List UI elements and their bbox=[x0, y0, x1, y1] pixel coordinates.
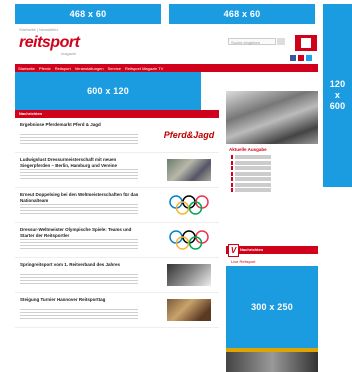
section-title: Nachrichten bbox=[15, 110, 219, 118]
site-header: Startseite | Newsletter reitsport magazi… bbox=[15, 25, 318, 72]
list-item[interactable]: Steigung Turnier Hannover Reitsporttag bbox=[15, 293, 219, 328]
youtube-icon[interactable] bbox=[298, 55, 304, 61]
ad-banner[interactable]: 600 x 120 bbox=[15, 72, 201, 110]
olympic-rings-icon[interactable] bbox=[167, 194, 211, 216]
sidebar-bottom-image[interactable] bbox=[226, 352, 318, 372]
article-teaser bbox=[20, 309, 138, 319]
list-item[interactable]: Ludwigslust Dressurmeisterschaft mit neu… bbox=[15, 153, 219, 188]
twitter-icon[interactable] bbox=[306, 55, 312, 61]
ad-skyscraper-line: x bbox=[334, 90, 341, 100]
site-logo-subtitle: magazin bbox=[61, 51, 77, 56]
article-title[interactable]: Ergebnisse Pferdemarkt Pferd & Jagd bbox=[20, 122, 140, 128]
search-button[interactable] bbox=[277, 38, 285, 45]
nav-item[interactable]: Startseite bbox=[18, 66, 35, 71]
facebook-icon[interactable] bbox=[290, 55, 296, 61]
article-title[interactable]: Springreitsport vom 1. Reitverband des J… bbox=[20, 262, 140, 268]
nav-item[interactable]: Reitsport bbox=[55, 66, 71, 71]
article-thumbnail[interactable] bbox=[167, 264, 211, 286]
ad-leaderboard-1[interactable]: 468 x 60 bbox=[15, 4, 161, 24]
ad-skyscraper-line: 120 bbox=[329, 79, 346, 89]
article-teaser bbox=[20, 169, 138, 179]
sidebar-link[interactable] bbox=[231, 177, 291, 181]
article-thumbnail[interactable] bbox=[167, 299, 211, 321]
article-title[interactable]: Steigung Turnier Hannover Reitsporttag bbox=[20, 297, 140, 303]
article-teaser bbox=[20, 239, 138, 249]
article-thumbnail[interactable]: Pferd&Jagd bbox=[164, 124, 214, 146]
brand-icon bbox=[295, 35, 317, 51]
sidebar-link[interactable] bbox=[231, 166, 291, 170]
olympic-rings-icon[interactable] bbox=[167, 229, 211, 251]
nav-item[interactable]: Reitsport Magazin TV bbox=[125, 66, 163, 71]
article-thumbnail[interactable] bbox=[167, 159, 211, 181]
sidebar-link[interactable] bbox=[231, 155, 291, 159]
nav-item[interactable]: Service bbox=[108, 66, 121, 71]
site-logo[interactable]: reitsport bbox=[19, 34, 80, 52]
article-teaser bbox=[20, 134, 138, 144]
article-title[interactable]: Ludwigslust Dressurmeisterschaft mit neu… bbox=[20, 157, 140, 168]
top-links[interactable]: Startseite | Newsletter bbox=[19, 27, 58, 32]
sidebar-link[interactable] bbox=[231, 182, 291, 187]
list-item[interactable]: Erneut Doppelsieg bei den Weltmeistersch… bbox=[15, 188, 219, 223]
article-teaser bbox=[20, 204, 138, 214]
news-list: Nachrichten Ergebnisse Pferdemarkt Pferd… bbox=[15, 110, 219, 328]
ad-skyscraper[interactable]: 120 x 600 bbox=[323, 4, 352, 187]
magazine-cover-image[interactable] bbox=[226, 91, 318, 144]
list-item[interactable]: Ergebnisse Pferdemarkt Pferd & Jagd Pfer… bbox=[15, 118, 219, 153]
sidebar-box-title: Aktuelle Ausgabe bbox=[229, 147, 267, 152]
article-title[interactable]: Dressur-Weltmeister Olympische Spiele: T… bbox=[20, 227, 140, 238]
sidebar-link-list bbox=[231, 155, 291, 194]
ad-leaderboard-2[interactable]: 468 x 60 bbox=[169, 4, 315, 24]
sidebar-link[interactable]: Live Reitsport bbox=[231, 259, 255, 264]
sidebar-link[interactable] bbox=[231, 188, 291, 192]
ad-skyscraper-line: 600 bbox=[329, 101, 346, 111]
ad-rectangle[interactable]: 300 x 250 bbox=[226, 266, 318, 348]
nav-item[interactable]: Veranstaltungen bbox=[75, 66, 104, 71]
sidebar-section-header: Nachrichten bbox=[226, 246, 318, 254]
list-item[interactable]: Dressur-Weltmeister Olympische Spiele: T… bbox=[15, 223, 219, 258]
sidebar-link[interactable] bbox=[231, 160, 291, 165]
sidebar-link[interactable] bbox=[231, 171, 291, 176]
article-title[interactable]: Erneut Doppelsieg bei den Weltmeistersch… bbox=[20, 192, 140, 203]
section-logo-icon: V bbox=[228, 244, 239, 257]
list-item[interactable]: Springreitsport vom 1. Reitverband des J… bbox=[15, 258, 219, 293]
article-teaser bbox=[20, 274, 138, 284]
search-input[interactable]: Suche eingeben bbox=[228, 38, 276, 45]
main-navigation: Startseite Pferde Reitsport Veranstaltun… bbox=[15, 64, 318, 72]
nav-item[interactable]: Pferde bbox=[39, 66, 51, 71]
